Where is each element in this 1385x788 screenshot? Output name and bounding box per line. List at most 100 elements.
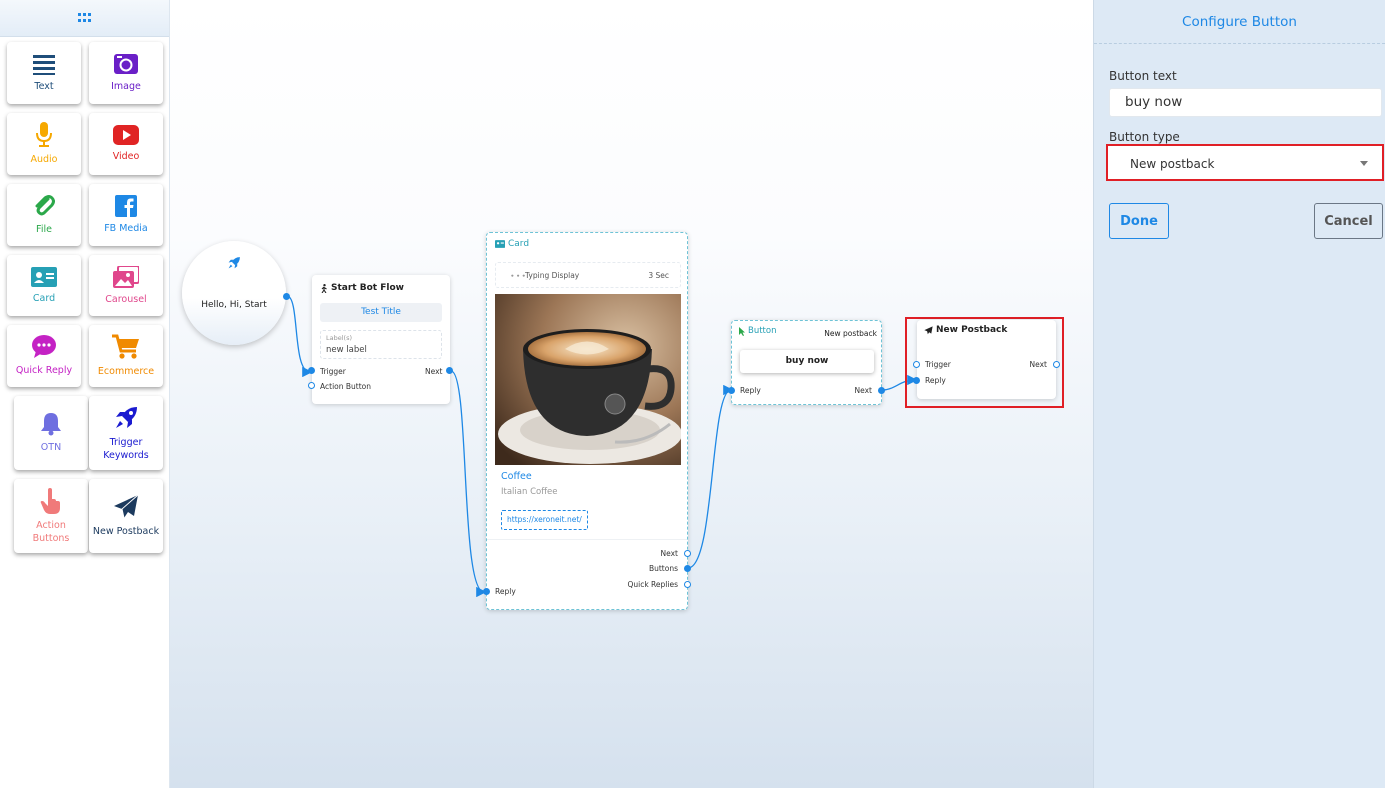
tool-label: FB Media (104, 223, 148, 234)
reply-port[interactable] (728, 387, 735, 394)
tool-sidebar: Text Image Audio Video File FB Media Car… (0, 0, 170, 788)
coffee-cup-image (495, 294, 681, 465)
next-label: Next (854, 386, 872, 395)
wire-flow-to-card (450, 370, 487, 598)
labels-caption: Label(s) (326, 334, 352, 342)
walking-icon (321, 283, 327, 293)
node-title: Button (748, 326, 777, 336)
next-port[interactable] (684, 550, 691, 557)
tool-label: Trigger Keywords (103, 436, 149, 461)
start-bot-flow-node[interactable]: Start Bot Flow Test Title Label(s) new l… (308, 275, 453, 404)
button-node[interactable]: Button New postback buy now Reply Next (728, 320, 885, 405)
test-title-field[interactable]: Test Title (320, 303, 442, 322)
panel-title: Configure Button (1094, 0, 1385, 44)
tool-label: Image (111, 81, 141, 92)
card-node[interactable]: Card ∙∙∙ Typing Display 3 Sec Coffee Ita… (483, 232, 691, 610)
start-output-port[interactable] (283, 293, 290, 300)
start-node[interactable]: Hello, Hi, Start (182, 241, 290, 345)
tool-ecommerce[interactable]: Ecommerce (89, 325, 163, 387)
cart-icon (112, 334, 139, 359)
microphone-icon (36, 122, 52, 147)
reply-label: Reply (495, 587, 516, 596)
node-title: Start Bot Flow (331, 283, 404, 293)
rocket-icon (228, 257, 240, 269)
button-type-label: New postback (824, 329, 877, 338)
tool-carousel[interactable]: Carousel (89, 255, 163, 316)
cancel-button[interactable]: Cancel (1314, 203, 1383, 239)
text-lines-icon (33, 55, 55, 75)
labels-value: new label (326, 345, 367, 355)
tool-label: New Postback (92, 526, 160, 537)
trigger-port[interactable] (308, 367, 315, 374)
tool-video[interactable]: Video (89, 113, 163, 175)
tool-label: Ecommerce (97, 366, 155, 377)
node-title: Card (508, 239, 530, 249)
tool-otn[interactable]: OTN (14, 396, 88, 470)
facebook-icon (115, 195, 137, 217)
button-type-select[interactable]: New postback (1106, 144, 1384, 181)
typing-display-row[interactable]: ∙∙∙ Typing Display 3 Sec (495, 262, 681, 288)
buttons-port[interactable] (684, 565, 691, 572)
pointer-hand-icon (40, 487, 60, 514)
next-port[interactable] (878, 387, 885, 394)
tool-fb-media[interactable]: FB Media (89, 184, 163, 246)
labels-field[interactable]: Label(s) new label (320, 330, 442, 359)
node-title: New Postback (936, 325, 1008, 335)
next-label: Next (1029, 360, 1047, 369)
action-button-port[interactable] (308, 382, 315, 389)
tool-new-postback[interactable]: New Postback (89, 479, 163, 553)
next-port[interactable] (1053, 361, 1060, 368)
tool-action-buttons[interactable]: Action Buttons (14, 479, 88, 553)
tool-audio[interactable]: Audio (7, 113, 81, 175)
cursor-icon (739, 326, 745, 336)
card-url-button[interactable]: https://xeroneit.net/ (501, 510, 588, 530)
tool-label: Action Buttons (32, 519, 70, 544)
rocket-icon (116, 406, 137, 428)
tool-text[interactable]: Text (7, 42, 81, 104)
wire-card-to-button (687, 384, 734, 569)
quick-replies-port[interactable] (684, 581, 691, 588)
tool-label: Carousel (105, 293, 147, 305)
images-icon (113, 265, 139, 288)
reply-label: Reply (740, 386, 761, 395)
tool-label: Audio (30, 154, 58, 165)
next-label: Next (425, 367, 443, 376)
flow-canvas[interactable]: Hello, Hi, Start Start Bot Flow Test Tit… (170, 0, 1093, 788)
card-item-title: Coffee (501, 471, 532, 482)
card-item-subtitle: Italian Coffee (501, 487, 558, 497)
tool-quick-reply[interactable]: Quick Reply (7, 325, 81, 387)
card-image[interactable] (495, 294, 681, 465)
done-button[interactable]: Done (1109, 203, 1169, 239)
next-port[interactable] (446, 367, 453, 374)
next-label: Next (660, 549, 678, 558)
tool-label: Quick Reply (15, 365, 73, 376)
tool-label: Text (34, 81, 54, 92)
new-postback-node[interactable]: New Postback Trigger Reply Next (913, 320, 1060, 399)
reply-label: Reply (925, 376, 946, 385)
button-type-label: Button type (1109, 130, 1180, 144)
sidebar-header (0, 0, 169, 37)
button-text-label: Button text (1109, 69, 1177, 83)
tool-label: File (36, 224, 52, 235)
button-text-input[interactable]: buy now (1109, 88, 1382, 117)
grid-menu-icon[interactable] (78, 12, 91, 24)
typing-time: 3 Sec (648, 271, 669, 280)
reply-port[interactable] (913, 377, 920, 384)
wire-start-to-flow (286, 295, 313, 378)
buy-now-button[interactable]: buy now (740, 350, 874, 373)
tool-card[interactable]: Card (7, 255, 81, 316)
action-button-label: Action Button (320, 382, 371, 391)
chevron-down-icon (1360, 161, 1368, 166)
youtube-icon (113, 125, 139, 145)
paper-plane-icon (114, 494, 139, 519)
typing-label: Typing Display (525, 271, 580, 280)
tool-trigger-keywords[interactable]: Trigger Keywords (89, 396, 163, 470)
id-card-icon (31, 266, 57, 287)
reply-port[interactable] (483, 588, 490, 595)
start-keywords: Hello, Hi, Start (201, 300, 267, 310)
id-card-icon (495, 240, 505, 248)
trigger-label: Trigger (925, 360, 951, 369)
trigger-port[interactable] (913, 361, 920, 368)
tool-image[interactable]: Image (89, 42, 163, 104)
tool-file[interactable]: File (7, 184, 81, 246)
